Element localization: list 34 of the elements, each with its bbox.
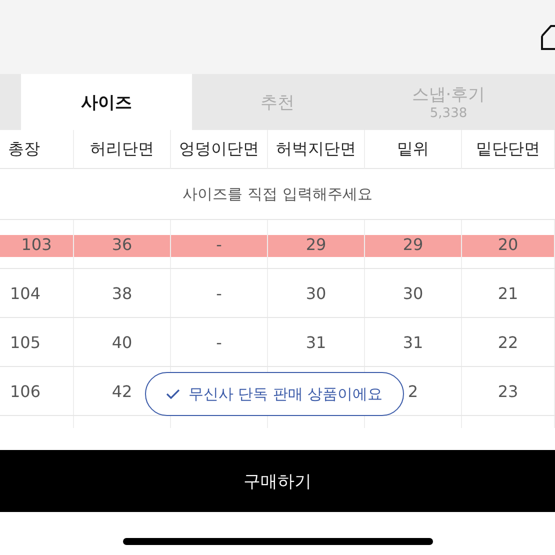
- table-cell: 103: [21, 234, 52, 254]
- check-icon: [166, 389, 180, 399]
- table-cell: 23: [498, 382, 518, 400]
- table-cell: 106: [10, 382, 41, 400]
- table-cell: 31: [402, 332, 424, 352]
- table-cell: 42: [112, 382, 132, 400]
- column-header: 밑단단면: [462, 130, 555, 169]
- table-cell: 21: [498, 284, 518, 302]
- table-cell: -: [216, 284, 222, 302]
- column-header: 총장: [0, 130, 74, 169]
- table-cell: 104: [10, 284, 41, 302]
- column-header: 허리단면: [74, 130, 171, 169]
- buy-button[interactable]: 구매하기: [0, 450, 555, 512]
- table-cell: 40: [112, 332, 132, 352]
- tab[interactable]: 사이즈: [21, 74, 192, 130]
- table-cell: 30: [306, 284, 326, 302]
- table-cell: -: [216, 332, 222, 352]
- column-header: 엉덩이단면: [171, 130, 268, 169]
- column-header: 허벅지단면: [268, 130, 365, 169]
- table-cell: 2: [408, 382, 418, 400]
- toast: 무신사 단독 판매 상품이에요: [145, 372, 404, 416]
- table-cell: 20: [498, 234, 518, 254]
- table-cell: 31: [306, 332, 326, 352]
- table-cell: 36: [112, 234, 132, 254]
- size-input-prompt[interactable]: 사이즈를 직접 입력해주세요: [182, 184, 372, 204]
- table-cell: 29: [306, 234, 326, 254]
- table-cell: 38: [112, 284, 132, 302]
- home-icon[interactable]: [541, 24, 555, 50]
- table-cell: 105: [10, 332, 41, 352]
- column-header: 밑위: [365, 130, 462, 169]
- table-cell: 22: [498, 332, 518, 352]
- table-cell: 30: [402, 284, 424, 302]
- table-cell: 29: [402, 234, 424, 254]
- table-cell: -: [216, 234, 222, 254]
